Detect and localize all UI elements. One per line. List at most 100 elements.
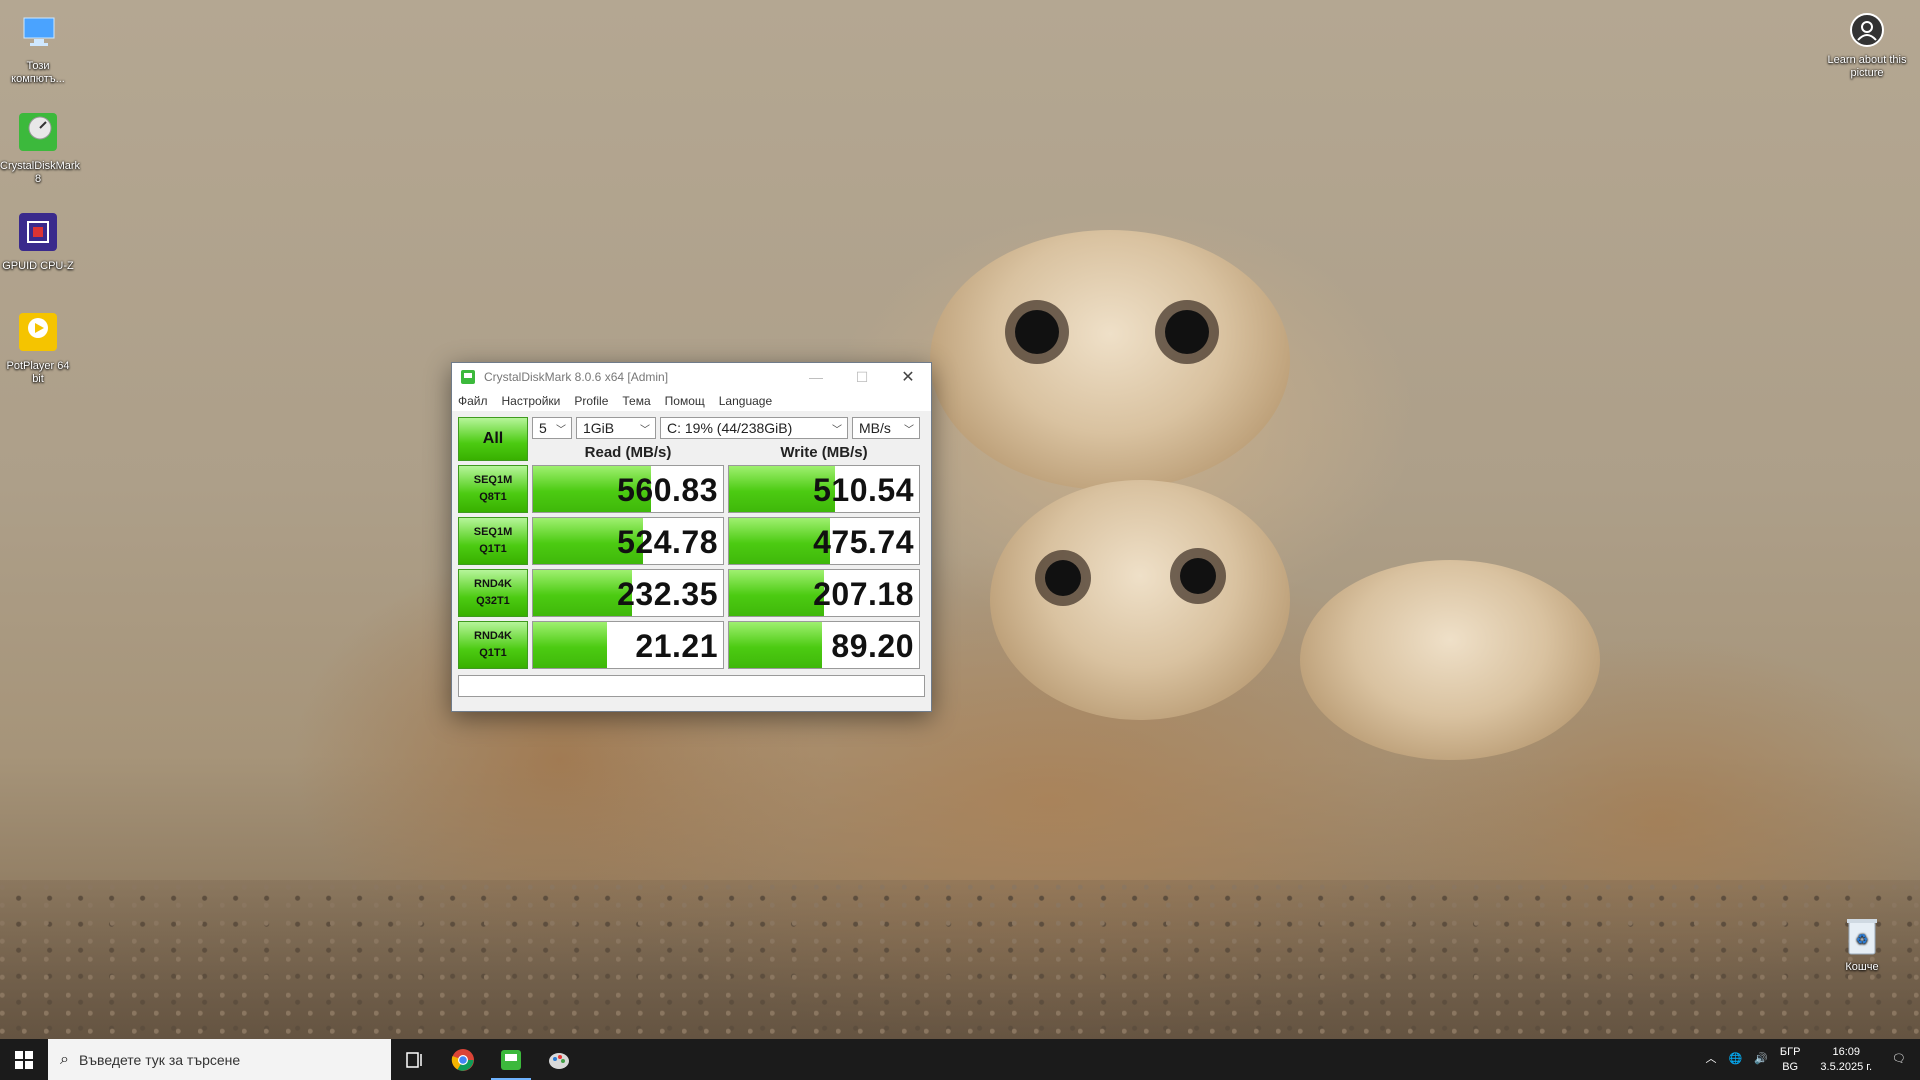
write-result: 89.20 [728, 621, 920, 669]
write-value: 89.20 [831, 628, 914, 664]
write-result: 510.54 [728, 465, 920, 513]
chevron-down-icon: ﹀ [556, 425, 566, 436]
desktop-icon-label: PotPlayer 64 bit [6, 360, 70, 385]
minimize-button[interactable]: — [793, 363, 839, 391]
write-value: 510.54 [813, 472, 914, 508]
size-select[interactable]: 1GiB ﹀ [576, 417, 656, 439]
write-bar [729, 570, 824, 616]
test-label-line1: SEQ1M [473, 526, 513, 538]
desktop-icon-this-pc[interactable]: Този компютъ... [0, 8, 76, 86]
language-indicator[interactable]: БГР BG [1780, 1045, 1801, 1075]
write-result: 207.18 [728, 569, 920, 617]
desktop-icon-label: Този компютъ... [11, 60, 65, 85]
learn-about-label: Learn about this picture [1827, 54, 1907, 79]
desktop-icon-crystaldiskmark[interactable]: CrystalDiskMark 8 [0, 108, 81, 186]
size-select-value: 1GiB [583, 420, 615, 436]
crystaldiskmark-icon [461, 370, 475, 384]
result-row: SEQ1M Q8T1 560.83 510.54 [458, 465, 925, 513]
chevron-down-icon: ﹀ [640, 425, 650, 436]
language-top: БГР [1779, 1045, 1801, 1058]
recycle-bin-label: Кошче [1845, 961, 1879, 973]
drive-select[interactable]: C: 19% (44/238GiB) ﹀ [660, 417, 848, 439]
test-label-line2: Q32T1 [476, 595, 510, 607]
clock[interactable]: 16:09 3.5.2025 г. [1820, 1045, 1872, 1075]
test-label-line1: SEQ1M [473, 474, 513, 486]
maximize-button[interactable]: ☐ [839, 363, 885, 391]
chevron-up-icon[interactable]: ︿ [1706, 1052, 1717, 1067]
desktop-icon-cpu-z[interactable]: GPUID CPU-Z [0, 208, 76, 273]
paint-palette-icon [549, 1052, 569, 1069]
taskbar-chrome[interactable] [439, 1039, 487, 1080]
start-button[interactable] [0, 1039, 48, 1080]
write-value: 475.74 [813, 524, 914, 560]
write-bar [729, 622, 823, 668]
task-view-icon [406, 1051, 422, 1068]
read-result: 21.21 [532, 621, 724, 669]
close-button[interactable]: ✕ [885, 363, 931, 391]
windows-logo-icon [15, 1050, 33, 1069]
read-result: 232.35 [532, 569, 724, 617]
recycle-bin-icon: ♻ [1838, 915, 1886, 957]
clock-time: 16:09 [1832, 1045, 1860, 1058]
system-tray: ︿ 🌐 🔊 БГР BG 16:09 3.5.2025 г. 🗨 [1700, 1039, 1920, 1080]
read-value: 524.78 [617, 524, 718, 560]
wallpaper-meerkat-top [930, 230, 1290, 490]
test-button-seq1m-q1t1[interactable]: SEQ1M Q1T1 [458, 517, 528, 565]
this-pc-icon [14, 8, 62, 56]
test-button-rnd4k-q32t1[interactable]: RND4K Q32T1 [458, 569, 528, 617]
window-titlebar[interactable]: CrystalDiskMark 8.0.6 x64 [Admin] — ☐ ✕ [452, 363, 931, 391]
chrome-icon [451, 1048, 474, 1071]
desktop-icon-recycle-bin[interactable]: ♻ Кошче [1822, 915, 1902, 974]
taskbar-crystaldiskmark[interactable] [487, 1039, 535, 1080]
svg-text:♻: ♻ [1856, 931, 1869, 947]
cpu-z-icon [14, 208, 62, 256]
crystaldiskmark-icon [14, 108, 62, 156]
test-label-line1: RND4K [474, 630, 512, 642]
count-select-value: 5 [539, 420, 547, 436]
menu-language[interactable]: Language [719, 394, 772, 408]
read-header: Read (MB/s) [584, 444, 672, 461]
wallpaper-meerkat-middle [990, 480, 1290, 720]
desktop-icon-label: GPUID CPU-Z [2, 260, 74, 272]
potplayer-icon [14, 308, 62, 356]
taskbar: ⌕ Въведете тук за търсене ︿ 🌐 🔊 БГР BG 1… [0, 1039, 1920, 1080]
write-value: 207.18 [813, 576, 914, 612]
wallpaper-ground [0, 880, 1920, 1040]
search-icon: ⌕ [60, 1050, 69, 1068]
read-value: 232.35 [617, 576, 718, 612]
test-label-line1: RND4K [474, 578, 512, 590]
read-value: 21.21 [635, 628, 718, 664]
crystaldiskmark-window: CrystalDiskMark 8.0.6 x64 [Admin] — ☐ ✕ … [451, 362, 932, 712]
menu-help[interactable]: Помощ [665, 394, 705, 408]
status-bar [458, 675, 925, 697]
desktop-icon-potplayer[interactable]: PotPlayer 64 bit [0, 308, 76, 386]
test-button-rnd4k-q1t1[interactable]: RND4K Q1T1 [458, 621, 528, 669]
read-result: 560.83 [532, 465, 724, 513]
count-select[interactable]: 5 ﹀ [532, 417, 572, 439]
benchmark-panel: All 5 ﹀ 1GiB ﹀ C: 19% (44/238GiB) ﹀ MB/s ﹀ R… [452, 411, 931, 703]
wallpaper-eye [1165, 310, 1209, 354]
task-view-button[interactable] [391, 1039, 439, 1080]
test-button-seq1m-q8t1[interactable]: SEQ1M Q8T1 [458, 465, 528, 513]
taskbar-paint-app[interactable] [535, 1039, 583, 1080]
wallpaper-eye [1180, 558, 1216, 594]
network-icon[interactable]: 🌐 [1729, 1052, 1743, 1067]
menu-settings[interactable]: Настройки [502, 394, 561, 408]
unit-select[interactable]: MB/s ﹀ [852, 417, 920, 439]
notification-icon[interactable]: 🗨 [1892, 1052, 1906, 1067]
menu-theme[interactable]: Тема [622, 394, 650, 408]
menu-profile[interactable]: Profile [574, 394, 608, 408]
read-result: 524.78 [532, 517, 724, 565]
result-row: RND4K Q1T1 21.21 89.20 [458, 621, 925, 669]
desktop-icon-label: CrystalDiskMark 8 [0, 160, 81, 185]
menu-file[interactable]: Файл [458, 394, 488, 408]
clock-date: 3.5.2025 г. [1820, 1060, 1873, 1073]
crystaldiskmark-icon [501, 1049, 521, 1070]
learn-about-picture[interactable]: Learn about this picture [1822, 10, 1912, 80]
volume-icon[interactable]: 🔊 [1754, 1052, 1768, 1067]
menu-bar: Файл Настройки Profile Тема Помощ Langua… [452, 391, 931, 411]
unit-select-value: MB/s [859, 420, 891, 436]
wallpaper-eye [1015, 310, 1059, 354]
taskbar-search-box[interactable]: ⌕ Въведете тук за търсене [48, 1039, 391, 1080]
all-button[interactable]: All [458, 417, 528, 461]
